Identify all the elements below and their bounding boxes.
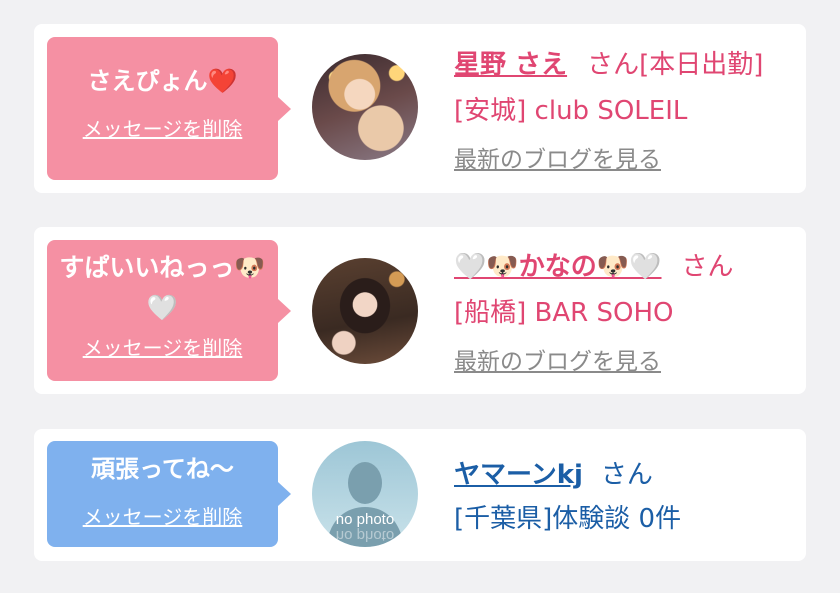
latest-blog-link[interactable]: 最新のブログを見る <box>454 140 661 174</box>
no-photo-reflection: no photo <box>335 527 395 544</box>
message-card: さえぴょん❤️ メッセージを削除 星野 さえ さん[本日出勤] [安城] club… <box>34 24 806 193</box>
profile-name-link[interactable]: ヤマーンkj <box>454 460 583 490</box>
message-card: すぱいいねっっ🐶🤍 メッセージを削除 🤍🐶かなの🐶🤍 さん [船橋] BAR SO… <box>34 227 806 394</box>
message-card: 頑張ってね〜 メッセージを削除 no photo no photo ヤマーンkj… <box>34 429 806 561</box>
message-text: すぱいいねっっ🐶🤍 <box>59 253 266 322</box>
avatar-placeholder[interactable]: no photo no photo <box>312 441 418 547</box>
avatar[interactable] <box>312 258 418 364</box>
profile-name-link[interactable]: 🤍🐶かなの🐶🤍 <box>454 252 662 282</box>
shop-label: [船橋] BAR SOHO <box>454 298 674 328</box>
name-suffix: さん <box>600 460 653 490</box>
profile-name-link[interactable]: 星野 さえ <box>454 50 567 80</box>
review-count-label: [千葉県]体験談 0件 <box>454 504 682 534</box>
delete-message-link[interactable]: メッセージを削除 <box>83 501 243 530</box>
latest-blog-link[interactable]: 最新のブログを見る <box>454 342 661 376</box>
message-text: さえぴょん❤️ <box>87 67 238 95</box>
message-bubble: さえぴょん❤️ メッセージを削除 <box>47 37 291 180</box>
message-text: 頑張ってね〜 <box>91 455 234 483</box>
avatar[interactable] <box>312 54 418 160</box>
delete-message-link[interactable]: メッセージを削除 <box>83 113 243 142</box>
profile-info: 🤍🐶かなの🐶🤍 さん [船橋] BAR SOHO 最新のブログを見る <box>454 244 796 376</box>
name-suffix: さん[本日出勤] <box>587 50 764 80</box>
delete-message-link[interactable]: メッセージを削除 <box>83 332 243 361</box>
profile-info: 星野 さえ さん[本日出勤] [安城] club SOLEIL 最新のブログを見る <box>454 42 796 174</box>
profile-info: ヤマーンkj さん [千葉県]体験談 0件 <box>454 453 796 541</box>
message-bubble: すぱいいねっっ🐶🤍 メッセージを削除 <box>47 240 291 381</box>
name-suffix: さん <box>681 252 734 282</box>
no-photo-label: no photo <box>335 511 395 528</box>
shop-label: [安城] club SOLEIL <box>454 96 688 126</box>
message-bubble: 頑張ってね〜 メッセージを削除 <box>47 441 291 547</box>
